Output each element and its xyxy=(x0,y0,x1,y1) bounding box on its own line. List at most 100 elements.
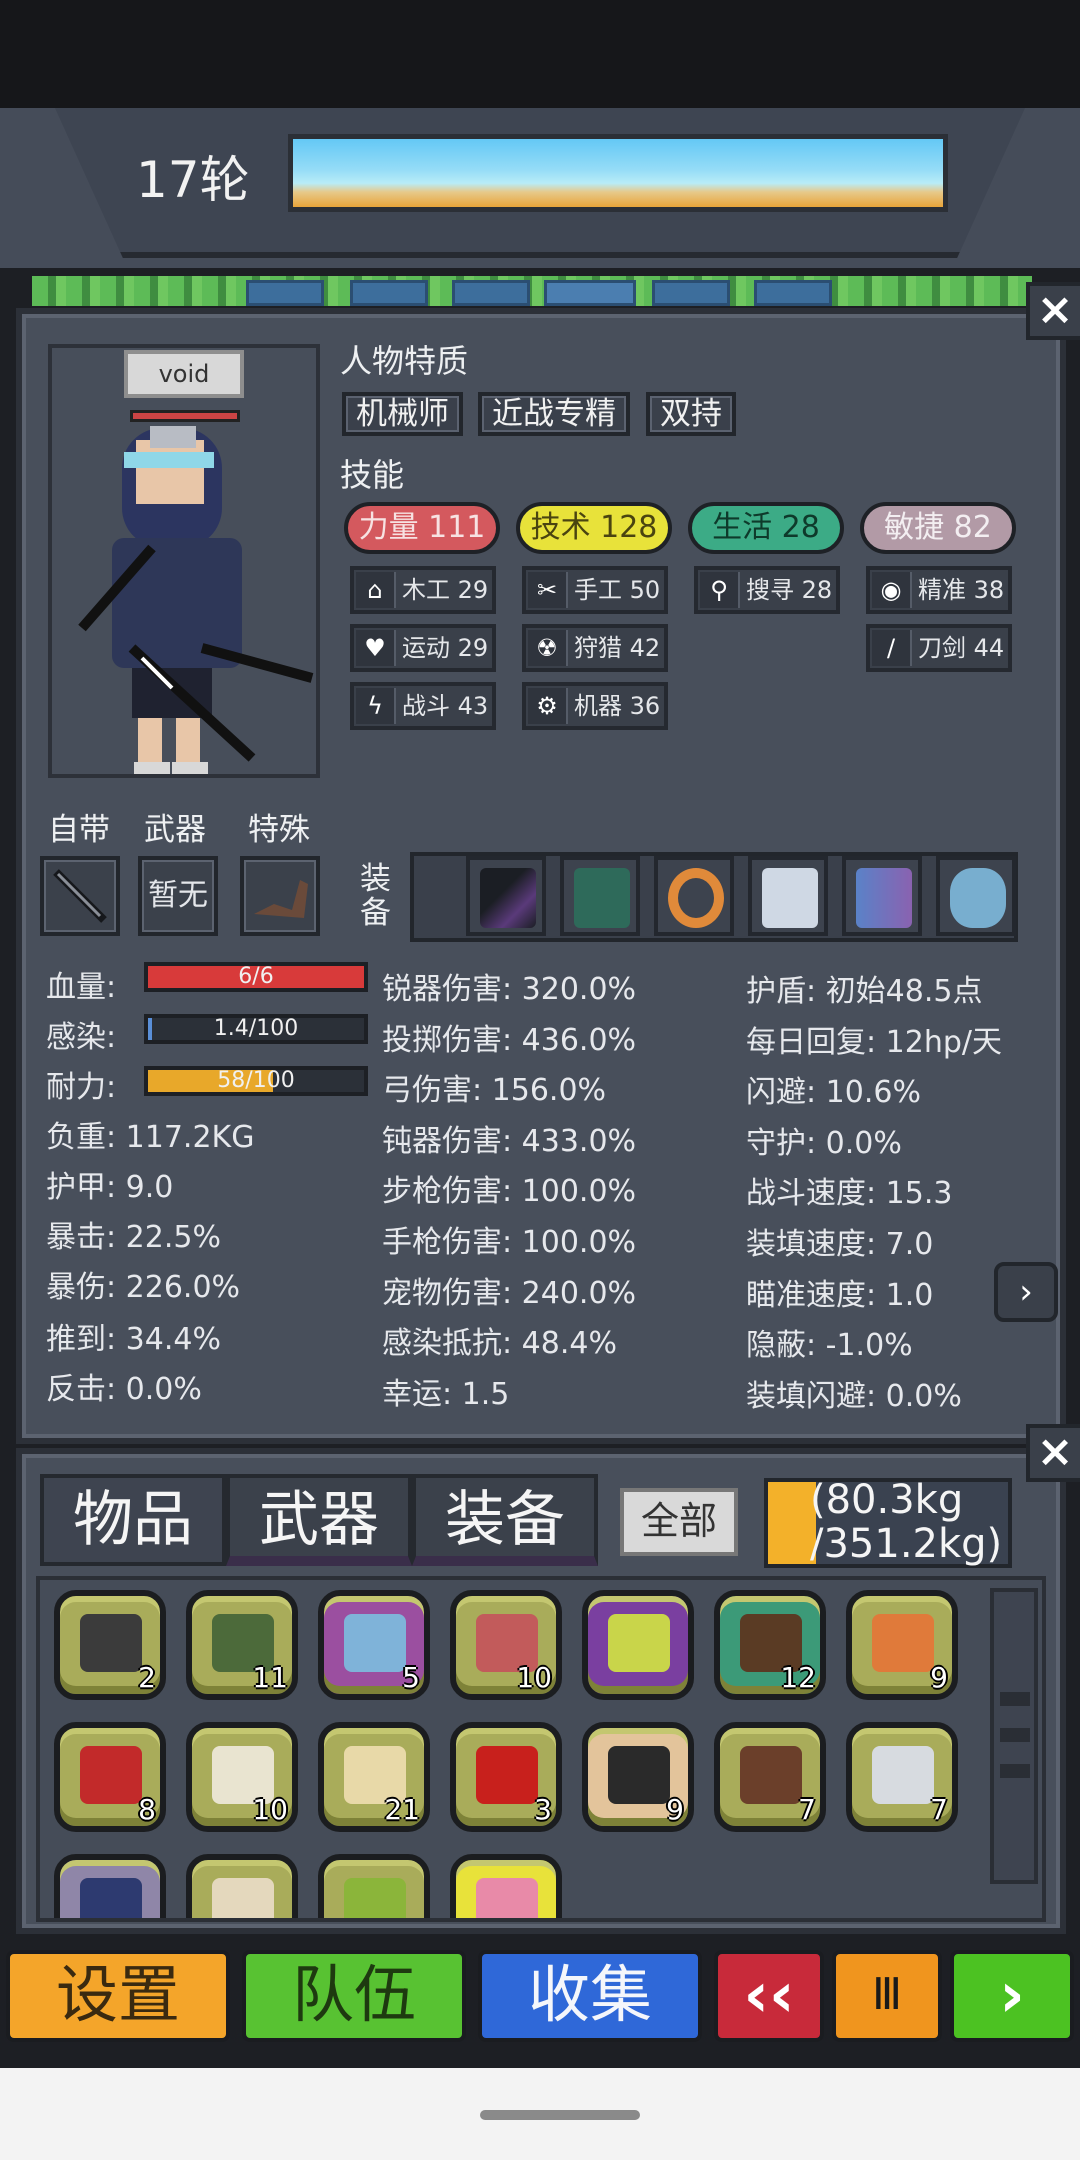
main-skill-3[interactable]: 敏捷 82 xyxy=(860,502,1016,554)
heart-icon: ♥ xyxy=(356,630,396,666)
inventory-scrollbar[interactable] xyxy=(990,1588,1038,1884)
close-inventory-button[interactable]: × xyxy=(1026,1424,1080,1482)
inventory-item[interactable]: 10 xyxy=(450,1590,562,1700)
pause-button[interactable]: Ⅲ xyxy=(832,1950,942,2042)
main-skill-0[interactable]: 力量 111 xyxy=(344,502,500,554)
counter-stat: 反击: 0.0% xyxy=(46,1372,202,1407)
inventory-item[interactable] xyxy=(186,1854,298,1918)
trait-melee-master[interactable]: 近战专精 xyxy=(478,392,630,436)
weapon-slot[interactable]: 暂无 xyxy=(138,856,218,936)
inventory-item[interactable]: 5 xyxy=(318,1590,430,1700)
main-skill-2[interactable]: 生活 28 xyxy=(688,502,844,554)
inventory-item[interactable]: 11 xyxy=(186,1590,298,1700)
collect-button[interactable]: 收集 xyxy=(478,1950,702,2042)
day-progress-sky xyxy=(288,134,948,212)
sub-skill-5[interactable]: ☢ 狩猎 42 xyxy=(522,624,668,672)
carry-weight-max: /351.2kg) xyxy=(810,1521,1003,1567)
filter-all-button[interactable]: 全部 xyxy=(620,1488,738,1556)
sub-skill-7[interactable]: ϟ 战斗 43 xyxy=(350,682,496,730)
inventory-item[interactable]: 8 xyxy=(54,1722,166,1832)
inventory-item[interactable]: 7 xyxy=(714,1722,826,1832)
builtin-weapon-slot[interactable] xyxy=(40,856,120,936)
damage-stat-1: 投掷伤害: 436.0% xyxy=(382,1022,637,1058)
sub-skill-1[interactable]: ✂ 手工 50 xyxy=(522,566,668,614)
stamina-bar: 58/100 xyxy=(144,1066,368,1096)
item-count: 5 xyxy=(402,1661,420,1694)
special-slot[interactable] xyxy=(240,856,320,936)
item-count: 9 xyxy=(930,1661,948,1694)
jacket-slot[interactable] xyxy=(842,856,922,936)
inventory-item[interactable] xyxy=(54,1854,166,1918)
flashlight-slot[interactable] xyxy=(466,856,546,936)
world-strip xyxy=(32,276,1032,306)
tab-equipment[interactable]: 装备 xyxy=(412,1474,598,1566)
sub-skill-8[interactable]: ⚙ 机器 36 xyxy=(522,682,668,730)
inventory-item[interactable]: 3 xyxy=(450,1722,562,1832)
sub-skill-label: 战斗 43 xyxy=(402,692,489,720)
chili-icon xyxy=(476,1746,538,1804)
sub-skill-0[interactable]: ⌂ 木工 29 xyxy=(350,566,496,614)
inventory-item[interactable] xyxy=(318,1854,430,1918)
defense-stat-1: 每日回复: 12hp/天 xyxy=(746,1024,1002,1060)
weight-fill xyxy=(768,1482,816,1564)
item-count: 2 xyxy=(138,1661,156,1694)
sub-skill-3[interactable]: ◉ 精准 38 xyxy=(866,566,1012,614)
apple-icon xyxy=(344,1878,406,1918)
inventory-item[interactable]: 2 xyxy=(54,1590,166,1700)
next-page-arrow[interactable]: › xyxy=(994,1262,1058,1322)
home-indicator[interactable] xyxy=(480,2110,640,2120)
infection-bar: 1.4/100 xyxy=(144,1014,368,1044)
hp-label: 血量: xyxy=(46,970,117,1005)
inventory-item[interactable]: 10 xyxy=(186,1722,298,1832)
sub-skill-label: 精准 38 xyxy=(918,576,1005,604)
item-count: 7 xyxy=(930,1793,948,1826)
special-slot-label: 特殊 xyxy=(248,812,310,848)
inventory-item[interactable]: 9 xyxy=(582,1722,694,1832)
traits-title: 人物特质 xyxy=(340,342,469,380)
rope-icon xyxy=(608,1746,670,1804)
inventory-item[interactable] xyxy=(582,1590,694,1700)
trait-dual-wield[interactable]: 双持 xyxy=(646,392,736,436)
hp-bar: 6/6 xyxy=(144,962,368,992)
crit-damage-stat: 暴伤: 226.0% xyxy=(46,1270,241,1305)
sub-skill-2[interactable]: ⚲ 搜寻 28 xyxy=(694,566,840,614)
knife-icon xyxy=(80,1878,142,1918)
team-button[interactable]: 队伍 xyxy=(242,1950,466,2042)
inventory-item[interactable]: 9 xyxy=(846,1590,958,1700)
tab-weapons[interactable]: 武器 xyxy=(226,1474,412,1566)
mask-slot[interactable] xyxy=(936,856,1016,936)
chair-icon xyxy=(872,1614,934,1672)
sword-icon: / xyxy=(872,630,912,666)
inventory-item[interactable]: 7 xyxy=(846,1722,958,1832)
equip-label-char-1: 装 xyxy=(360,861,391,897)
ring-slot[interactable] xyxy=(654,856,734,936)
boots-icon xyxy=(80,1614,142,1672)
rewind-button[interactable]: ‹‹ xyxy=(714,1950,824,2042)
tab-items[interactable]: 物品 xyxy=(40,1474,226,1566)
play-button[interactable]: › xyxy=(950,1950,1074,2042)
main-skill-1[interactable]: 技术 128 xyxy=(516,502,672,554)
damage-stat-6: 宠物伤害: 240.0% xyxy=(382,1275,637,1311)
item-count: 9 xyxy=(666,1793,684,1826)
item-count: 10 xyxy=(516,1661,552,1694)
item-count: 10 xyxy=(252,1793,288,1826)
close-character-button[interactable]: × xyxy=(1026,282,1080,340)
item-count: 12 xyxy=(780,1661,816,1694)
weapon-slot-label: 武器 xyxy=(144,812,206,848)
defense-stat-0: 护盾: 初始48.5点 xyxy=(746,974,983,1009)
sub-skill-label: 运动 29 xyxy=(402,634,489,662)
inventory-item[interactable] xyxy=(450,1854,562,1918)
inventory-item[interactable]: 21 xyxy=(318,1722,430,1832)
defense-stat-3: 守护: 0.0% xyxy=(746,1125,902,1161)
sub-skill-4[interactable]: ♥ 运动 29 xyxy=(350,624,496,672)
defense-stat-4: 战斗速度: 15.3 xyxy=(746,1176,953,1212)
lightning-icon: ϟ xyxy=(356,688,396,724)
trait-mechanic[interactable]: 机械师 xyxy=(342,392,463,436)
bag-slot[interactable] xyxy=(748,856,828,936)
sub-skill-label: 木工 29 xyxy=(402,576,489,604)
carry-weight-current: (80.3kg xyxy=(810,1477,964,1523)
sub-skill-6[interactable]: / 刀剑 44 xyxy=(866,624,1012,672)
camo-vest-slot[interactable] xyxy=(560,856,640,936)
inventory-item[interactable]: 12 xyxy=(714,1590,826,1700)
settings-button[interactable]: 设置 xyxy=(6,1950,230,2042)
